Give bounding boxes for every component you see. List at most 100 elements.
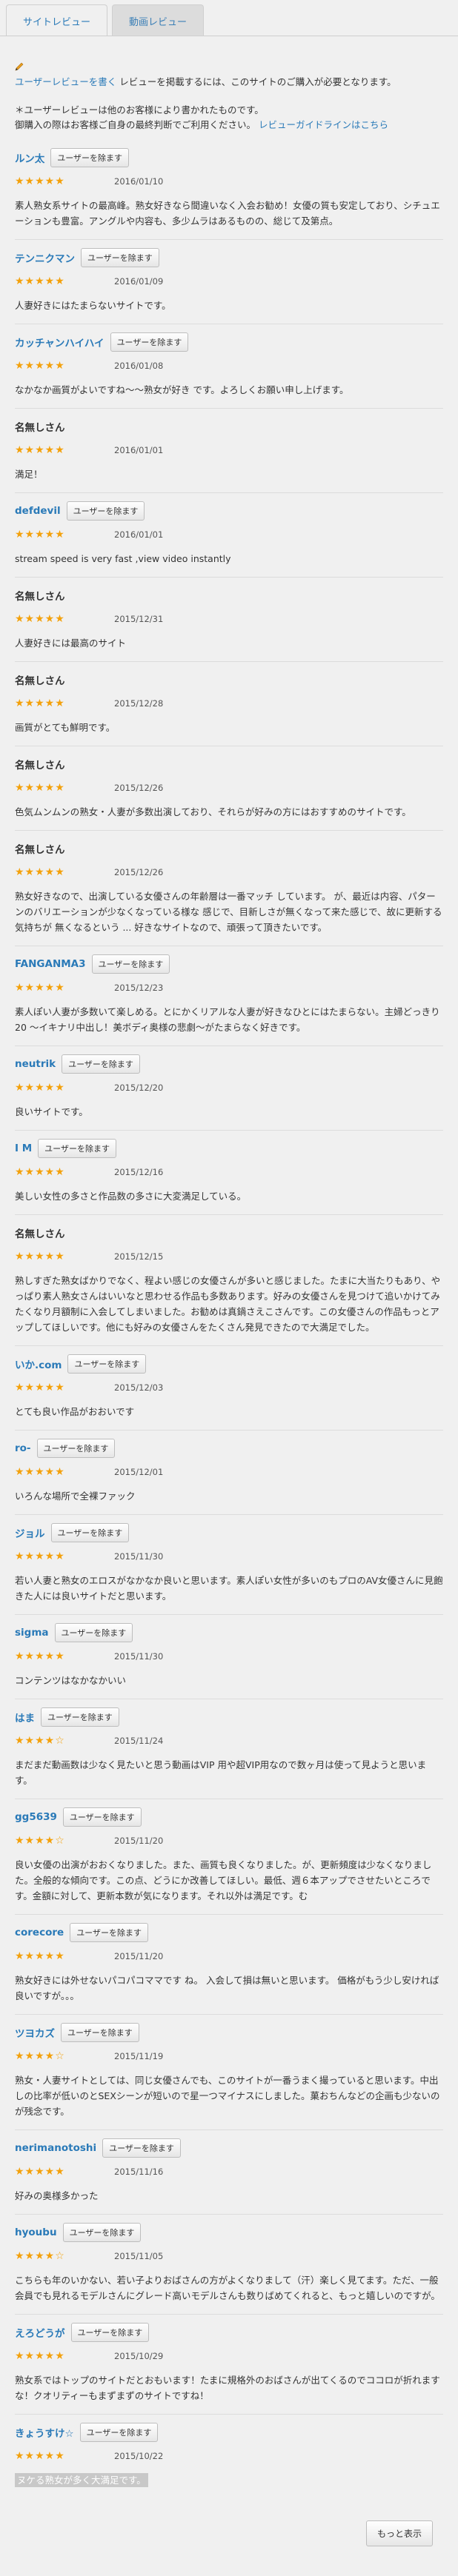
star-rating: ★★★★★ bbox=[15, 360, 65, 372]
tab-video-review[interactable]: 動画レビュー bbox=[112, 4, 205, 36]
review-date: 2015/11/24 bbox=[114, 1736, 164, 1746]
review-item: テンニクマン ユーザーを除ます ★★★★★ 2016/01/09 人妻好きにはたまらない… bbox=[15, 239, 443, 324]
review-date: 2015/11/05 bbox=[114, 2251, 164, 2261]
reviewer-name[interactable]: I M bbox=[15, 1143, 32, 1154]
block-user-button[interactable]: ユーザーを除ます bbox=[36, 1439, 116, 1458]
block-user-button[interactable]: ユーザーを除ます bbox=[102, 2138, 181, 2158]
reviewer-name[interactable]: sigma bbox=[15, 1627, 49, 1639]
review-header: 名無しさん bbox=[15, 586, 443, 604]
review-item: gg5639 ユーザーを除ます ★★★★☆ 2015/11/20 良い女優の出演がおおく… bbox=[15, 1799, 443, 1914]
block-user-button[interactable]: ユーザーを除ます bbox=[41, 1707, 119, 1727]
block-user-button[interactable]: ユーザーを除ます bbox=[67, 1354, 147, 1374]
reviewer-name[interactable]: defdevil bbox=[15, 505, 61, 517]
review-meta: ★★★★★ 2015/12/26 bbox=[15, 866, 443, 878]
review-item: 名無しさん ★★★★★ 2015/12/26 熟女好きなので、出演している女優さんの年… bbox=[15, 830, 443, 946]
review-date: 2015/12/01 bbox=[114, 1467, 164, 1477]
reviewer-name[interactable]: テンニクマン bbox=[15, 250, 75, 265]
block-user-button[interactable]: ユーザーを除ます bbox=[79, 2423, 159, 2442]
review-date: 2015/12/20 bbox=[114, 1083, 164, 1093]
guideline-link[interactable]: レビューガイドラインはこちら bbox=[259, 119, 388, 130]
star-rating: ★★★★★ bbox=[15, 1251, 65, 1262]
reviewer-name[interactable]: はま bbox=[15, 1710, 35, 1724]
review-body: なかなか画質がよいですね〜〜熟女が好き です。よろしくお願い申し上げます。 bbox=[15, 384, 349, 395]
star-rating: ★★★★☆ bbox=[15, 1735, 65, 1747]
block-user-button[interactable]: ユーザーを除ます bbox=[110, 332, 189, 352]
review-body: とても良い作品がおおいです bbox=[15, 1406, 135, 1417]
block-user-button[interactable]: ユーザーを除ます bbox=[66, 501, 145, 521]
review-meta: ★★★★★ 2015/12/26 bbox=[15, 782, 443, 794]
show-more-button[interactable]: もっと表示 bbox=[365, 2520, 433, 2546]
block-user-button[interactable]: ユーザーを除ます bbox=[54, 1623, 133, 1642]
block-user-button[interactable]: ユーザーを除ます bbox=[38, 1139, 116, 1158]
disclaimer-line2: 御購入の際はお客様ご自身の最終判断でご利用ください。 bbox=[15, 119, 256, 130]
block-user-button[interactable]: ユーザーを除ます bbox=[61, 2023, 139, 2042]
review-header: 名無しさん bbox=[15, 418, 443, 435]
star-rating: ★★★★★ bbox=[15, 1950, 65, 1962]
review-meta: ★★★★★ 2015/12/23 bbox=[15, 982, 443, 994]
star-rating: ★★★★★ bbox=[15, 613, 65, 625]
review-item: I M ユーザーを除ます ★★★★★ 2015/12/16 美しい女性の多さと作品数の多… bbox=[15, 1130, 443, 1214]
reviewer-name: 名無しさん bbox=[15, 422, 65, 434]
review-meta: ★★★★★ 2015/11/30 bbox=[15, 1650, 443, 1662]
review-text: いろんな場所で全裸ファック bbox=[15, 1488, 443, 1504]
reviewer-name[interactable]: corecore bbox=[15, 1927, 64, 1938]
block-user-button[interactable]: ユーザーを除ます bbox=[62, 1054, 140, 1074]
block-user-button[interactable]: ユーザーを除ます bbox=[91, 954, 170, 974]
star-rating: ★★★★★ bbox=[15, 1382, 65, 1394]
review-meta: ★★★★★ 2015/11/20 bbox=[15, 1950, 443, 1962]
star-rating: ★★★★★ bbox=[15, 866, 65, 878]
review-text: stream speed is very fast ,view video in… bbox=[15, 551, 443, 566]
block-user-button[interactable]: ユーザーを除ます bbox=[81, 248, 159, 267]
review-date: 2016/01/01 bbox=[114, 445, 164, 455]
reviewer-name[interactable]: neutrik bbox=[15, 1058, 56, 1070]
review-header: FANGANMA3 ユーザーを除ます bbox=[15, 954, 443, 974]
reviewer-name[interactable]: FANGANMA3 bbox=[15, 958, 86, 970]
reviewer-name[interactable]: gg5639 bbox=[15, 1811, 57, 1823]
review-date: 2015/11/30 bbox=[114, 1551, 164, 1562]
reviewer-name[interactable]: nerimanotoshi bbox=[15, 2142, 96, 2154]
block-user-button[interactable]: ユーザーを除ます bbox=[70, 2323, 150, 2342]
star-rating: ★★★★★ bbox=[15, 2450, 65, 2462]
review-date: 2015/12/16 bbox=[114, 1167, 164, 1177]
review-body: いろんな場所で全裸ファック bbox=[15, 1491, 136, 1502]
review-body: 素人熟女系サイトの最高峰。熟女好きなら間違いなく入会お勧め！女優の質も安定してお… bbox=[15, 200, 440, 227]
tab-site-review[interactable]: サイトレビュー bbox=[6, 4, 108, 36]
block-user-button[interactable]: ユーザーを除ます bbox=[62, 2223, 142, 2242]
review-item: defdevil ユーザーを除ます ★★★★★ 2016/01/01 stream sp… bbox=[15, 492, 443, 577]
review-body: ヌケる熟女が多く大満足です。 bbox=[15, 2473, 148, 2487]
block-user-button[interactable]: ユーザーを除ます bbox=[50, 148, 130, 167]
review-meta: ★★★★★ 2016/01/01 bbox=[15, 529, 443, 541]
block-user-button[interactable]: ユーザーを除ます bbox=[50, 1523, 130, 1542]
block-user-button[interactable]: ユーザーを除ます bbox=[70, 1923, 148, 1942]
review-meta: ★★★★★ 2015/11/30 bbox=[15, 1550, 443, 1562]
review-body: 熟女好きには外せないパコパコママです ね。 入会して損は無いと思います。 価格が… bbox=[15, 1975, 439, 2001]
review-meta: ★★★★★ 2016/01/08 bbox=[15, 360, 443, 372]
reviewer-name[interactable]: ro- bbox=[15, 1442, 31, 1454]
reviewer-name: 名無しさん bbox=[15, 844, 65, 856]
reviewer-name[interactable]: ルン太 bbox=[15, 150, 44, 165]
reviewer-name[interactable]: ジョル bbox=[15, 1525, 45, 1540]
review-header: ルン太 ユーザーを除ます bbox=[15, 148, 443, 167]
review-header: ro- ユーザーを除ます bbox=[15, 1439, 443, 1458]
reviewer-name[interactable]: きょうすけ☆ bbox=[15, 2425, 74, 2440]
reviewer-name[interactable]: えろどうが bbox=[15, 2325, 65, 2340]
review-text: 好みの奥様多かった bbox=[15, 2188, 443, 2204]
review-body: 好みの奥様多かった bbox=[15, 2190, 99, 2201]
review-body: こちらも年のいかない、若い子よりおばさんの方がよくなりまして（汗）楽しく見てます… bbox=[15, 2275, 440, 2301]
review-item: えろどうが ユーザーを除ます ★★★★★ 2015/10/29 熟女系ではトップのサイト… bbox=[15, 2314, 443, 2414]
review-meta: ★★★★☆ 2015/11/24 bbox=[15, 1735, 443, 1747]
review-body: 熟女系ではトップのサイトだとおもいます！たまに規格外のおばさんが出てくるのでココ… bbox=[15, 2375, 440, 2401]
reviewer-name[interactable]: hyoubu bbox=[15, 2227, 57, 2238]
reviewer-name: 名無しさん bbox=[15, 675, 65, 687]
review-body: 良いサイトです。 bbox=[15, 1106, 88, 1117]
review-meta: ★★★★★ 2015/12/16 bbox=[15, 1166, 443, 1178]
reviewer-name[interactable]: カッチャンハイハイ bbox=[15, 335, 104, 349]
reviewer-name[interactable]: いか.com bbox=[15, 1356, 62, 1371]
reviewer-name[interactable]: ツヨカズ bbox=[15, 2025, 55, 2040]
review-date: 2015/12/03 bbox=[114, 1382, 164, 1393]
review-header: きょうすけ☆ ユーザーを除ます bbox=[15, 2423, 443, 2442]
review-date: 2015/12/28 bbox=[114, 698, 164, 709]
write-review-link[interactable]: ユーザーレビューを書く bbox=[15, 76, 116, 87]
block-user-button[interactable]: ユーザーを除ます bbox=[62, 1807, 142, 1827]
review-header: I M ユーザーを除ます bbox=[15, 1139, 443, 1158]
